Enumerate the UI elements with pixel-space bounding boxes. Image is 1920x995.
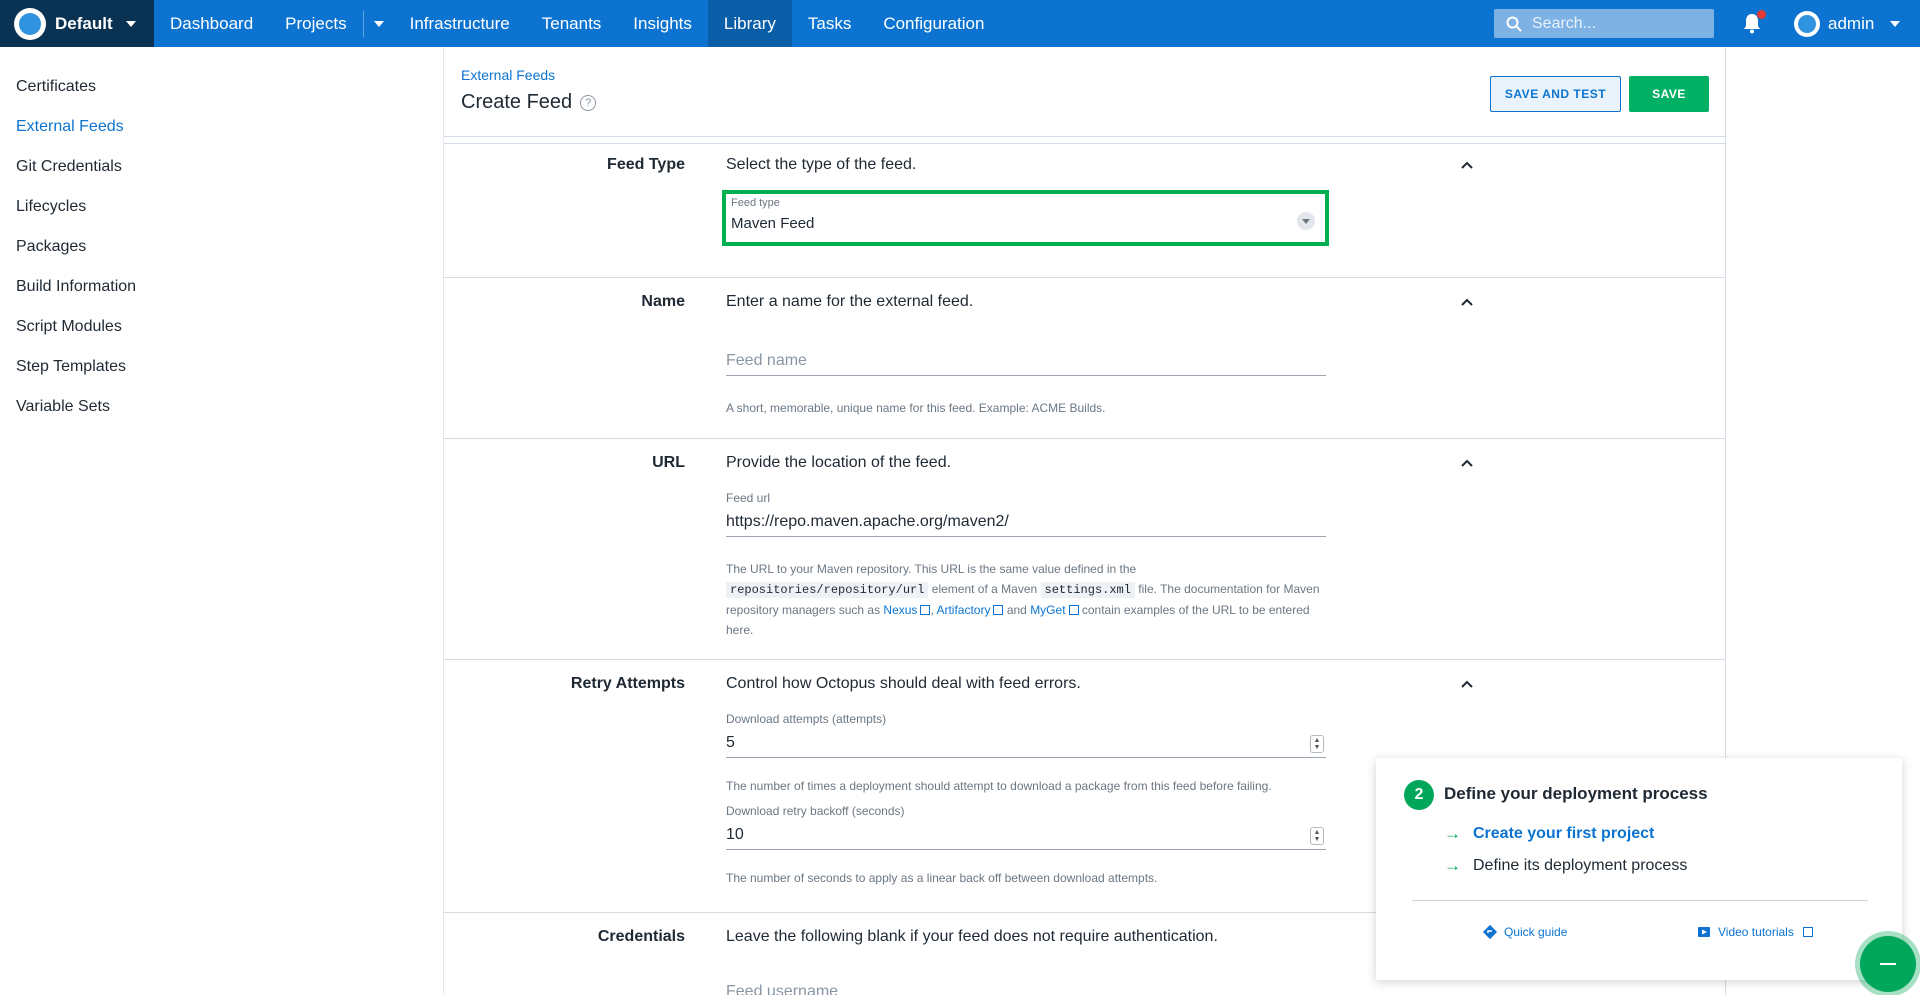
retry-backoff-input[interactable] — [726, 826, 1326, 850]
feed-url-hint: The URL to your Maven repository. This U… — [726, 562, 1320, 637]
myget-link[interactable]: MyGet — [1030, 603, 1079, 617]
code-snippet: repositories/repository/url — [726, 582, 929, 598]
feed-name-input[interactable] — [726, 352, 1326, 376]
arrow-right-icon: → — [1444, 824, 1461, 843]
section-label: Name — [641, 293, 685, 310]
chevron-down-icon — [373, 20, 384, 27]
external-link-icon — [1068, 605, 1079, 615]
quick-guide-link[interactable]: Quick guide — [1482, 924, 1567, 940]
section-description: Provide the location of the feed. — [726, 454, 952, 471]
section-label: Credentials — [597, 928, 685, 945]
chevron-up-icon[interactable] — [1460, 158, 1474, 172]
help-icon[interactable]: ? — [580, 94, 597, 111]
collapse-getting-started-button[interactable] — [1860, 936, 1916, 992]
video-icon — [1698, 927, 1710, 937]
external-link-icon — [993, 605, 1004, 615]
sidebar-item-variable-sets[interactable]: Variable Sets — [0, 387, 443, 427]
sidebar-item-lifecycles[interactable]: Lifecycles — [0, 187, 443, 227]
attempts-hint: The number of times a deployment should … — [726, 779, 1272, 793]
chevron-up-icon[interactable] — [1460, 295, 1474, 309]
page-title-text: Create Feed — [461, 91, 573, 113]
external-link-icon — [1802, 927, 1813, 937]
section-description: Enter a name for the external feed. — [726, 293, 974, 310]
sidebar-item-git-credentials[interactable]: Git Credentials — [0, 147, 443, 187]
save-button[interactable]: SAVE — [1629, 76, 1709, 112]
user-menu[interactable]: admin — [1794, 0, 1901, 47]
section-label: Retry Attempts — [570, 675, 685, 692]
octopus-logo-icon — [14, 7, 46, 40]
sidebar-item-step-templates[interactable]: Step Templates — [0, 347, 443, 387]
dropdown-arrow-icon[interactable] — [1297, 212, 1315, 230]
feed-username-input[interactable] — [726, 983, 1326, 995]
nav-library[interactable]: Library — [707, 0, 792, 47]
chevron-up-icon[interactable] — [1460, 677, 1474, 691]
step-number: 2 — [1404, 780, 1434, 810]
space-name: Default — [55, 13, 113, 33]
getting-started-panel: 2 Define your deployment process → Creat… — [1376, 758, 1902, 980]
search-box[interactable] — [1494, 9, 1714, 38]
download-attempts-input[interactable] — [726, 734, 1326, 758]
section-description: Control how Octopus should deal with fee… — [726, 675, 1081, 692]
section-label: URL — [652, 454, 685, 471]
sidebar-item-build-information[interactable]: Build Information — [0, 267, 443, 307]
backoff-hint: The number of seconds to apply as a line… — [726, 871, 1158, 885]
top-nav: Default Dashboard Projects Infrastructur… — [0, 0, 1920, 47]
backoff-label: Download retry backoff (seconds) — [726, 804, 905, 818]
sidebar-item-external-feeds[interactable]: External Feeds — [0, 107, 443, 147]
divider — [1412, 900, 1868, 901]
feed-url-input[interactable] — [726, 513, 1326, 537]
page-title: Create Feed ? — [461, 91, 597, 114]
breadcrumb[interactable]: External Feeds — [461, 67, 555, 83]
sidebar-item-script-modules[interactable]: Script Modules — [0, 307, 443, 347]
library-sidebar: Certificates External Feeds Git Credenti… — [0, 47, 444, 995]
arrow-right-icon: → — [1444, 856, 1461, 875]
page-header: External Feeds Create Feed ? SAVE AND TE… — [444, 47, 1725, 137]
name-section: Name Enter a name for the external feed.… — [444, 277, 1725, 438]
nav-insights[interactable]: Insights — [617, 0, 708, 47]
feed-name-hint: A short, memorable, unique name for this… — [726, 401, 1106, 415]
feed-url-label: Feed url — [726, 491, 771, 505]
external-link-icon — [920, 605, 931, 615]
notifications-button[interactable] — [1742, 10, 1766, 36]
user-name: admin — [1828, 13, 1875, 33]
nav-configuration[interactable]: Configuration — [867, 0, 1000, 47]
nav-tasks[interactable]: Tasks — [792, 0, 867, 47]
directions-icon — [1482, 924, 1498, 940]
projects-dropdown-button[interactable] — [364, 0, 394, 47]
notification-badge — [1757, 10, 1766, 19]
feed-type-label: Feed type — [731, 197, 780, 209]
getting-started-title: Define your deployment process — [1444, 784, 1708, 803]
define-process-item: → Define its deployment process — [1444, 856, 1688, 875]
feed-type-section: Feed Type Select the type of the feed. F… — [444, 143, 1725, 277]
minus-icon — [1880, 963, 1896, 965]
create-first-project-link[interactable]: → Create your first project — [1444, 824, 1654, 844]
nav-tenants[interactable]: Tenants — [526, 0, 618, 47]
nav-infrastructure[interactable]: Infrastructure — [394, 0, 526, 47]
chevron-down-icon — [1890, 20, 1901, 27]
nexus-link[interactable]: Nexus — [883, 603, 931, 617]
url-section: URL Provide the location of the feed. Fe… — [444, 438, 1725, 659]
section-label: Feed Type — [607, 156, 685, 173]
feed-type-select[interactable]: Feed type Maven Feed — [722, 190, 1329, 246]
space-switcher[interactable]: Default — [0, 0, 154, 47]
save-and-test-button[interactable]: SAVE AND TEST — [1490, 76, 1621, 112]
section-description: Leave the following blank if your feed d… — [726, 928, 1218, 945]
video-tutorials-link[interactable]: Video tutorials — [1696, 924, 1813, 940]
search-icon — [1506, 16, 1522, 32]
section-description: Select the type of the feed. — [726, 156, 917, 173]
sidebar-item-packages[interactable]: Packages — [0, 227, 443, 267]
backoff-stepper[interactable]: ▲ ▼ — [1310, 827, 1324, 845]
nav-projects[interactable]: Projects — [269, 0, 362, 47]
chevron-down-icon — [125, 20, 136, 27]
search-input[interactable] — [1532, 14, 1702, 33]
sidebar-item-certificates[interactable]: Certificates — [0, 67, 443, 107]
nav-dashboard[interactable]: Dashboard — [154, 0, 269, 47]
artifactory-link[interactable]: Artifactory — [936, 603, 1004, 617]
attempts-stepper[interactable]: ▲ ▼ — [1310, 735, 1324, 753]
avatar — [1794, 10, 1820, 37]
attempts-label: Download attempts (attempts) — [726, 712, 887, 726]
code-snippet: settings.xml — [1040, 582, 1135, 598]
chevron-up-icon[interactable] — [1460, 456, 1474, 470]
feed-type-value: Maven Feed — [731, 215, 815, 232]
